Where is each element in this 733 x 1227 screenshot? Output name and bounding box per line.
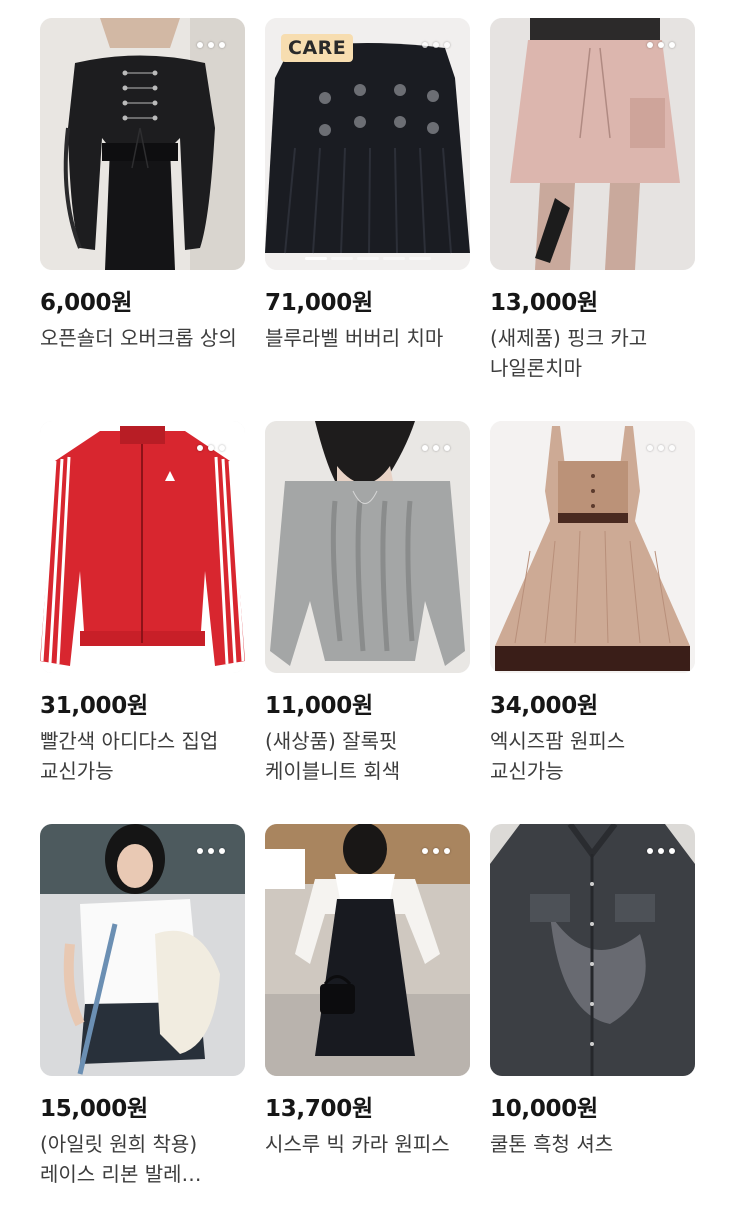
more-options-icon[interactable] [197,42,225,48]
product-title: 블루라벨 버버리 치마 [265,326,444,350]
product-card[interactable]: 11,000원 (새상품) 잘록핏 케이블니트 회색 [265,421,470,824]
product-card[interactable]: 15,000원 (아일릿 원희 착용) 레이스 리본 발레… [40,824,245,1227]
more-options-icon[interactable] [422,445,450,451]
more-options-icon[interactable] [422,848,450,854]
product-card[interactable]: 31,000원 빨간색 아디다스 집업 교신가능 [40,421,245,824]
more-options-icon[interactable] [647,848,675,854]
product-image[interactable] [40,824,245,1076]
product-image[interactable] [265,421,470,673]
more-options-icon[interactable] [197,445,225,451]
product-title: (아일릿 원희 착용) 레이스 리본 발레… [40,1132,202,1186]
product-title: 엑시즈팜 원피스 교신가능 [490,729,626,783]
product-price: 34,000원 [490,693,598,719]
product-card[interactable]: 10,000원 쿨톤 흑청 셔츠 [490,824,695,1227]
product-card[interactable]: 13,000원 (새제품) 핑크 카고 나일론치마 [490,18,695,421]
product-title: (새상품) 잘록핏 케이블니트 회색 [265,729,401,783]
more-options-icon[interactable] [422,42,450,48]
product-title: (새제품) 핑크 카고 나일론치마 [490,326,648,380]
product-image[interactable] [265,824,470,1076]
product-image[interactable] [40,421,245,673]
product-image[interactable] [490,18,695,270]
product-photo [265,824,470,1076]
product-price: 71,000원 [265,290,373,316]
product-image[interactable] [40,18,245,270]
more-options-icon[interactable] [197,848,225,854]
product-card[interactable]: CARE 71,000원 블루라벨 버버리 치마 [265,18,470,421]
product-card[interactable]: 6,000원 오픈숄더 오버크롭 상의 [40,18,245,421]
product-title: 오픈숄더 오버크롭 상의 [40,326,237,350]
product-photo [490,18,695,270]
product-price: 11,000원 [265,693,373,719]
product-title: 빨간색 아디다스 집업 교신가능 [40,729,219,783]
product-price: 15,000원 [40,1096,148,1122]
product-price: 13,700원 [265,1096,373,1122]
product-photo [40,824,245,1076]
product-photo [490,421,695,673]
product-photo [40,421,245,673]
product-price: 10,000원 [490,1096,598,1122]
more-options-icon[interactable] [647,42,675,48]
product-price: 13,000원 [490,290,598,316]
more-options-icon[interactable] [647,445,675,451]
product-image[interactable] [490,421,695,673]
product-grid: 6,000원 오픈숄더 오버크롭 상의 CARE 71,000원 블루라벨 버버… [40,18,695,1227]
product-image[interactable]: CARE [265,18,470,270]
product-card[interactable]: 34,000원 엑시즈팜 원피스 교신가능 [490,421,695,824]
product-image[interactable] [490,824,695,1076]
product-photo [265,421,470,673]
product-title: 쿨톤 흑청 셔츠 [490,1132,614,1156]
product-photo [490,824,695,1076]
product-photo [40,18,245,270]
image-pager [265,257,470,260]
product-price: 31,000원 [40,693,148,719]
product-title: 시스루 빅 카라 원피스 [265,1132,450,1156]
product-price: 6,000원 [40,290,133,316]
care-badge: CARE [281,34,354,62]
product-card[interactable]: 13,700원 시스루 빅 카라 원피스 [265,824,470,1227]
